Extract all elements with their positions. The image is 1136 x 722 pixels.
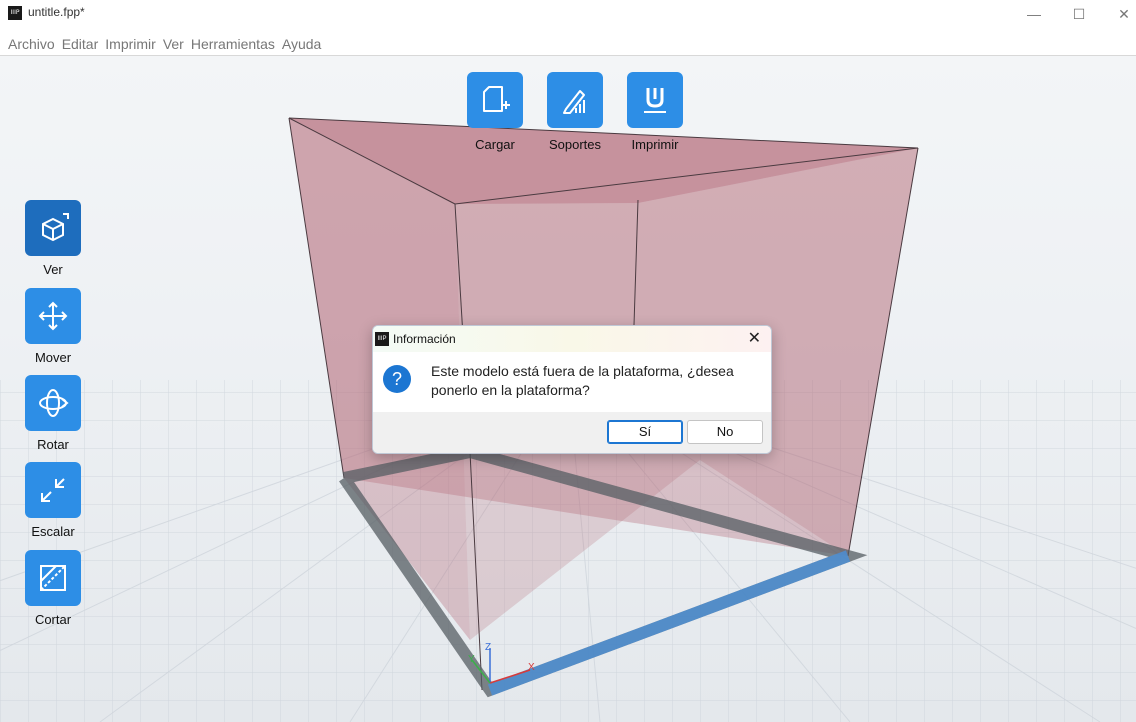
cut-button[interactable] <box>25 550 81 606</box>
load-file-icon <box>483 86 510 112</box>
cut-label: Cortar <box>34 612 72 627</box>
cut-icon <box>40 565 66 591</box>
menu-ver[interactable]: Ver <box>163 33 184 55</box>
dialog-title: Información <box>393 332 456 346</box>
menu-editar[interactable]: Editar <box>62 33 99 55</box>
move-button[interactable] <box>25 288 81 344</box>
window-title: untitle.fpp* <box>28 5 85 19</box>
title-bar: IIIP untitle.fpp* — ☐ ✕ <box>0 0 1136 33</box>
scale-button[interactable] <box>25 462 81 518</box>
info-dialog: IIIP Información ✕ ? Este modelo está fu… <box>372 325 772 454</box>
move-label: Mover <box>34 350 72 365</box>
dialog-close-icon[interactable]: ✕ <box>748 328 761 348</box>
rotate-icon <box>39 389 69 417</box>
load-label: Cargar <box>475 137 515 152</box>
yes-button[interactable]: Sí <box>607 420 683 444</box>
no-button[interactable]: No <box>687 420 763 444</box>
rotate-button[interactable] <box>25 375 81 431</box>
dialog-body: ? Este modelo está fuera de la plataform… <box>373 352 771 412</box>
supports-icon <box>563 90 585 114</box>
axis-z-label: Z <box>485 642 492 653</box>
move-arrows-icon <box>38 301 68 331</box>
dialog-message: Este modelo está fuera de la plataforma,… <box>431 363 734 398</box>
axis-y-label: Y <box>468 654 475 665</box>
print-button[interactable] <box>627 72 683 128</box>
menu-imprimir[interactable]: Imprimir <box>105 33 156 55</box>
rotate-label: Rotar <box>37 437 69 452</box>
dialog-title-bar: IIIP Información ✕ <box>373 326 771 352</box>
scale-icon <box>41 478 65 502</box>
load-button[interactable] <box>467 72 523 128</box>
supports-button[interactable] <box>547 72 603 128</box>
print-icon <box>644 88 666 113</box>
dialog-app-icon: IIIP <box>375 332 389 346</box>
menu-herramientas[interactable]: Herramientas <box>191 33 275 55</box>
maximize-icon[interactable]: ☐ <box>1069 6 1089 23</box>
close-icon[interactable]: ✕ <box>1114 6 1134 23</box>
menu-bar: Archivo Editar Imprimir Ver Herramientas Ayud… <box>0 33 1136 56</box>
menu-archivo[interactable]: Archivo <box>8 33 55 55</box>
view-label: Ver <box>43 262 63 277</box>
print-label: Imprimir <box>631 137 679 152</box>
dialog-footer: Sí No <box>373 412 771 453</box>
question-icon: ? <box>383 365 411 393</box>
scale-label: Escalar <box>31 524 75 539</box>
view-button[interactable] <box>25 200 81 256</box>
app-logo-icon: IIIP <box>8 6 22 20</box>
menu-ayuda[interactable]: Ayuda <box>282 33 321 55</box>
supports-label: Soportes <box>548 137 602 152</box>
view-cube-icon <box>42 213 69 242</box>
minimize-icon[interactable]: — <box>1024 6 1044 22</box>
axis-x-label: X <box>528 662 535 673</box>
